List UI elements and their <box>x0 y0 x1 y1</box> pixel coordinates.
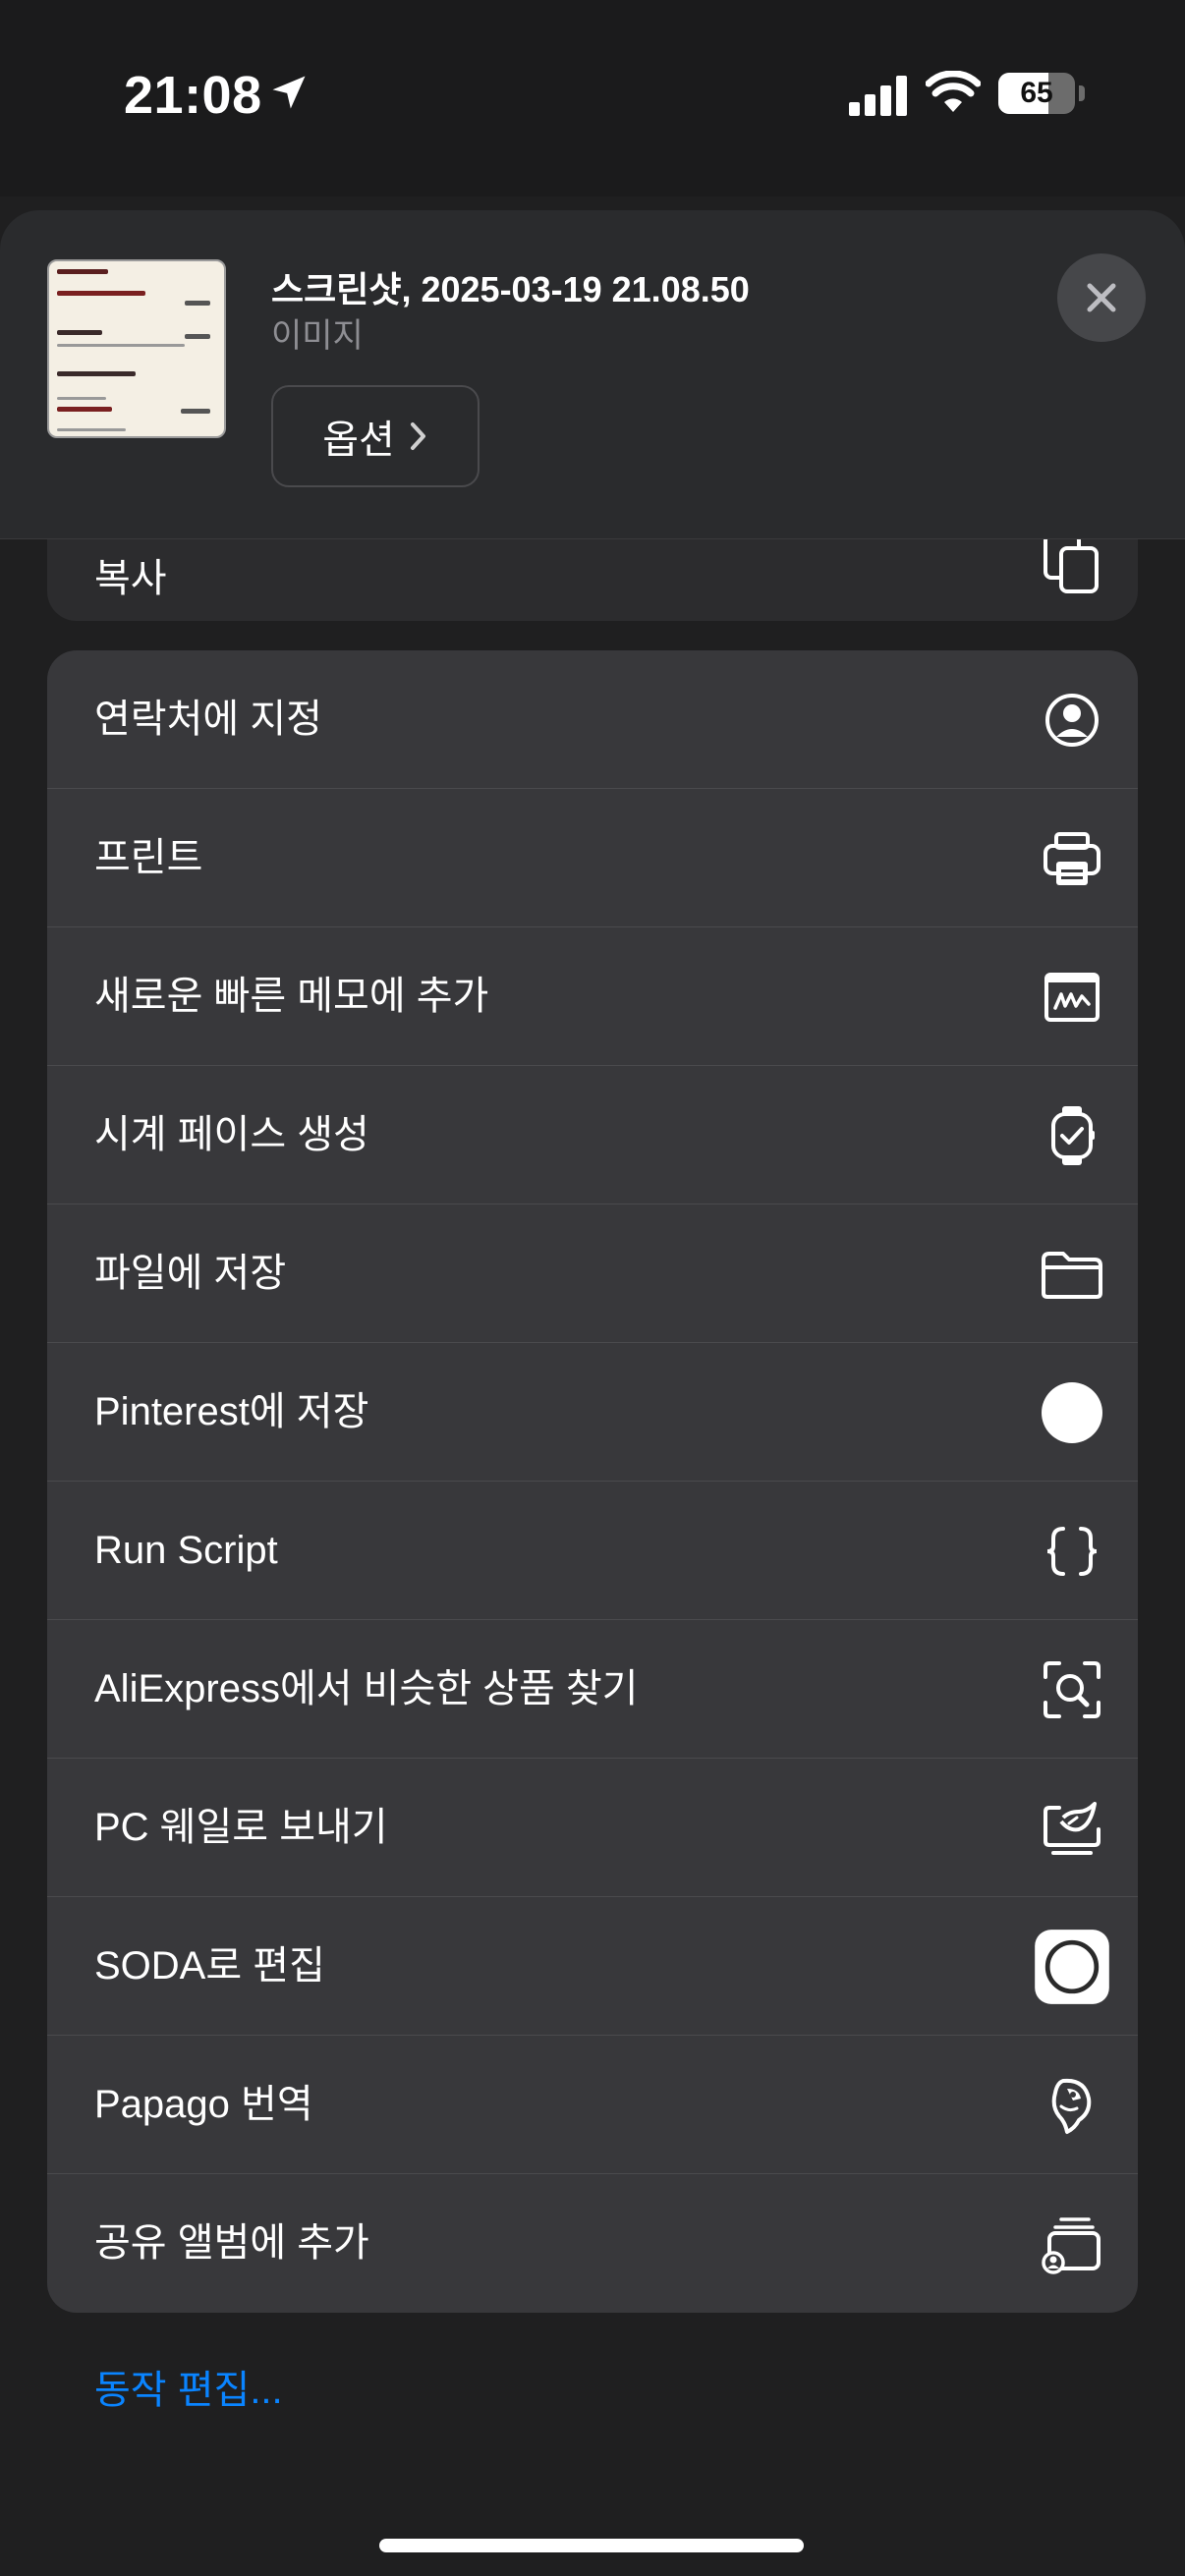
action-assign-to-contact[interactable]: 연락처에 지정 <box>47 650 1138 789</box>
action-create-watch-face[interactable]: 시계 페이스 생성 <box>47 1066 1138 1204</box>
battery-icon: 65 <box>998 73 1085 114</box>
status-bar: 21:08 65 <box>0 0 1185 196</box>
action-label: AliExpress에서 비슷한 상품 찾기 <box>94 1667 639 1710</box>
wifi-icon <box>926 71 981 112</box>
pinterest-icon <box>1042 1382 1102 1443</box>
cellular-signal-icon <box>849 76 907 116</box>
watch-icon <box>1051 1106 1095 1165</box>
battery-level: 65 <box>1020 77 1053 109</box>
action-aliexpress-search[interactable]: AliExpress에서 비슷한 상품 찾기 <box>47 1620 1138 1759</box>
file-title: 스크린샷, 2025-03-19 21.08.50 <box>271 269 750 309</box>
action-edit-with-soda[interactable]: SODA로 편집 <box>47 1897 1138 2036</box>
action-papago-translate[interactable]: Papago 번역 <box>47 2036 1138 2174</box>
home-indicator[interactable] <box>379 2539 804 2552</box>
papago-parrot-icon <box>1051 2078 1092 2134</box>
braces-icon <box>1046 1527 1098 1576</box>
printer-icon <box>1044 832 1100 885</box>
action-label: 새로운 빠른 메모에 추가 <box>94 975 489 1018</box>
action-list: 연락처에 지정 프린트 새로운 빠른 메모에 추가 시계 페이스 생성 파일에 … <box>47 650 1138 2313</box>
close-button[interactable] <box>1057 253 1146 342</box>
file-type: 이미지 <box>271 317 364 355</box>
quick-note-icon <box>1044 973 1100 1022</box>
action-label: Papago 번역 <box>94 2083 313 2126</box>
action-label: 시계 페이스 생성 <box>94 1113 369 1156</box>
battery-cap <box>1079 85 1085 101</box>
chevron-right-icon <box>410 422 425 450</box>
folder-icon <box>1042 1252 1102 1299</box>
action-quick-note[interactable]: 새로운 빠른 메모에 추가 <box>47 927 1138 1066</box>
close-icon <box>1087 283 1116 312</box>
action-label: 프린트 <box>94 836 203 879</box>
action-run-script[interactable]: Run Script <box>47 1482 1138 1620</box>
whale-send-icon <box>1044 1802 1100 1855</box>
status-time: 21:08 <box>124 66 262 125</box>
action-label: 연락처에 지정 <box>94 698 322 741</box>
action-label: SODA로 편집 <box>94 1944 325 1988</box>
image-thumbnail[interactable] <box>47 259 226 438</box>
action-label: Pinterest에 저장 <box>94 1390 369 1433</box>
copy-icon <box>1044 532 1099 593</box>
shared-album-icon <box>1042 2217 1100 2274</box>
battery-body: 65 <box>998 73 1075 114</box>
action-label: 파일에 저장 <box>94 1252 287 1295</box>
share-sheet-header: 스크린샷, 2025-03-19 21.08.50 이미지 옵션 <box>0 210 1185 539</box>
action-save-to-files[interactable]: 파일에 저장 <box>47 1204 1138 1343</box>
action-send-to-whale[interactable]: PC 웨일로 보내기 <box>47 1759 1138 1897</box>
action-print[interactable]: 프린트 <box>47 789 1138 927</box>
location-arrow-icon <box>272 76 306 109</box>
options-label: 옵션 <box>322 419 395 462</box>
action-label: PC 웨일로 보내기 <box>94 1806 388 1849</box>
person-circle-icon <box>1045 694 1099 747</box>
copy-label: 복사 <box>94 557 167 600</box>
action-label: 공유 앨범에 추가 <box>94 2221 369 2265</box>
edit-actions-link[interactable]: 동작 편집... <box>94 2358 283 2415</box>
options-button[interactable]: 옵션 <box>271 385 480 487</box>
visual-search-icon <box>1044 1661 1100 1718</box>
action-save-to-pinterest[interactable]: Pinterest에 저장 <box>47 1343 1138 1482</box>
soda-icon <box>1035 1930 1109 2004</box>
action-label: Run Script <box>94 1529 278 1572</box>
action-add-to-shared-album[interactable]: 공유 앨범에 추가 <box>47 2174 1138 2313</box>
